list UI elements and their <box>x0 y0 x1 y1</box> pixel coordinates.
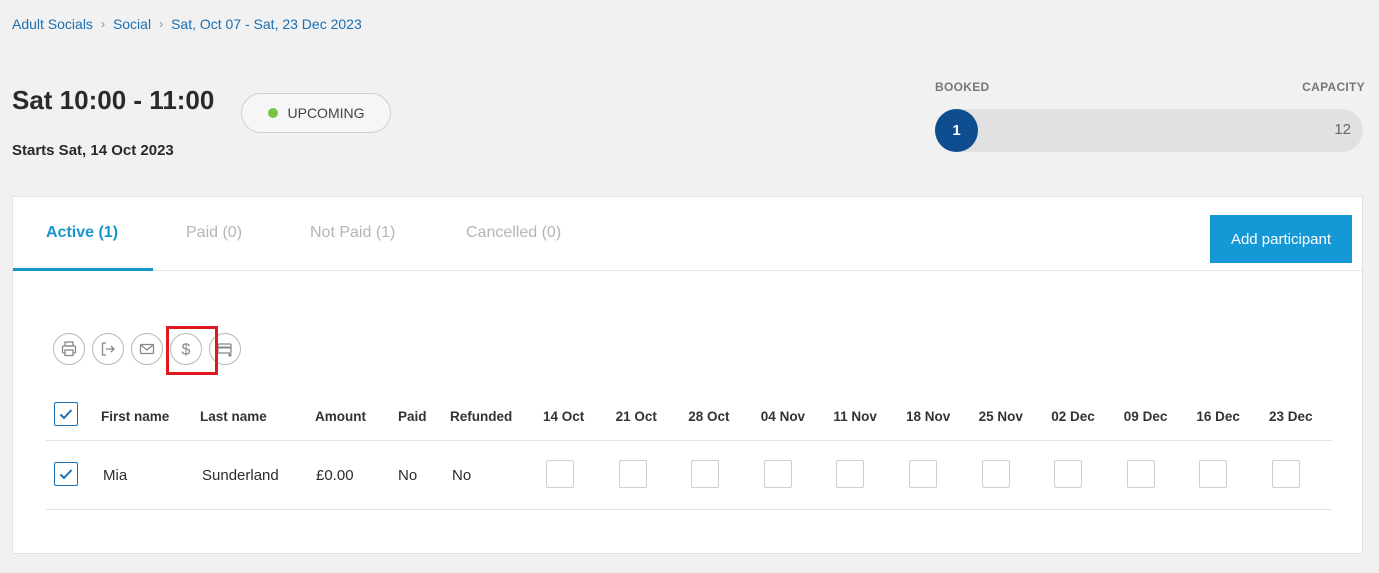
attendance-checkbox[interactable] <box>618 460 647 488</box>
attendance-checkbox[interactable] <box>1272 460 1300 488</box>
column-amount: Amount <box>315 409 366 424</box>
row-select-checkbox[interactable] <box>54 462 78 486</box>
attendance-checkbox[interactable] <box>1199 460 1228 488</box>
participants-panel: Active (1) Paid (0) Not Paid (1) Cancell… <box>12 196 1363 554</box>
export-button[interactable] <box>92 333 124 365</box>
checkmark-icon <box>59 469 73 480</box>
tab-cancelled[interactable]: Cancelled (0) <box>466 224 561 242</box>
participant-first-name: Mia <box>103 467 128 484</box>
tab-not-paid[interactable]: Not Paid (1) <box>310 224 395 242</box>
column-date: 21 Oct <box>615 409 657 424</box>
column-date: 04 Nov <box>760 409 806 424</box>
attendance-checkbox[interactable] <box>763 460 792 488</box>
attendance-checkbox[interactable] <box>691 460 720 488</box>
column-date: 16 Dec <box>1196 409 1240 424</box>
column-refunded: Refunded <box>450 409 513 424</box>
column-first-name: First name <box>101 409 170 424</box>
active-tab-indicator <box>13 268 153 271</box>
attendance-checkbox[interactable] <box>909 460 937 488</box>
attendance-checkbox[interactable] <box>1126 460 1155 488</box>
booked-count: 1 <box>952 122 961 139</box>
column-date: 25 Nov <box>978 409 1023 424</box>
capacity-total: 12 <box>1334 121 1351 138</box>
participant-amount: £0.00 <box>316 467 354 484</box>
column-date: 09 Dec <box>1123 409 1168 424</box>
status-badge: UPCOMING <box>241 93 391 133</box>
column-date: 02 Dec <box>1051 409 1095 424</box>
add-participant-button[interactable]: Add participant <box>1210 215 1352 263</box>
participant-tabs: Active (1) Paid (0) Not Paid (1) Cancell… <box>13 197 1362 271</box>
booked-label: BOOKED <box>935 80 990 94</box>
select-all-checkbox[interactable] <box>54 402 78 426</box>
participant-paid: No <box>398 467 418 484</box>
capacity-label: CAPACITY <box>1302 80 1365 94</box>
session-title: Sat 10:00 - 11:00 <box>12 85 215 115</box>
breadcrumb-separator-icon: › <box>100 17 105 31</box>
column-paid: Paid <box>398 409 427 424</box>
column-date: 14 Oct <box>543 409 585 424</box>
participant-last-name: Sunderland <box>202 467 279 484</box>
status-label: UPCOMING <box>287 105 365 121</box>
checkmark-icon <box>59 409 73 420</box>
breadcrumb-separator-icon: › <box>159 17 164 31</box>
attendance-checkbox[interactable] <box>546 460 574 488</box>
breadcrumb-date-range[interactable]: Sat, Oct 07 - Sat, 23 Dec 2023 <box>171 16 362 32</box>
capacity-labels: BOOKED CAPACITY <box>935 80 1365 94</box>
attendance-checkbox[interactable] <box>1054 460 1083 488</box>
session-start-date: Starts Sat, 14 Oct 2023 <box>12 142 174 159</box>
tab-active[interactable]: Active (1) <box>46 224 118 242</box>
column-date: 18 Nov <box>906 409 951 424</box>
breadcrumb-social[interactable]: Social <box>113 16 151 32</box>
print-button[interactable] <box>53 333 85 365</box>
participant-refunded: No <box>452 467 472 484</box>
capacity-bar: 1 12 <box>935 109 1363 152</box>
export-icon <box>101 342 115 356</box>
email-button[interactable] <box>131 333 163 365</box>
capacity-bar-fill: 1 <box>935 109 978 152</box>
status-dot-icon <box>267 108 278 118</box>
attendance-checkbox[interactable] <box>836 460 865 488</box>
breadcrumb: Adult Socials › Social › Sat, Oct 07 - S… <box>12 16 362 32</box>
table-row: Mia Sunderland £0.00 No No <box>46 442 1332 510</box>
breadcrumb-adult-socials[interactable]: Adult Socials <box>12 16 93 32</box>
add-payment-card-icon <box>217 343 232 357</box>
email-icon <box>139 343 155 355</box>
print-icon <box>61 341 77 357</box>
column-date: 23 Dec <box>1269 409 1313 424</box>
bulk-action-toolbar: $ <box>53 331 248 367</box>
table-header: First name Last name Amount Paid Refunde… <box>46 397 1332 441</box>
tab-paid[interactable]: Paid (0) <box>186 224 242 242</box>
column-date: 11 Nov <box>833 409 877 424</box>
highlight-box <box>166 326 218 375</box>
column-last-name: Last name <box>200 409 267 424</box>
column-date: 28 Oct <box>688 409 730 424</box>
attendance-checkbox[interactable] <box>981 460 1010 488</box>
